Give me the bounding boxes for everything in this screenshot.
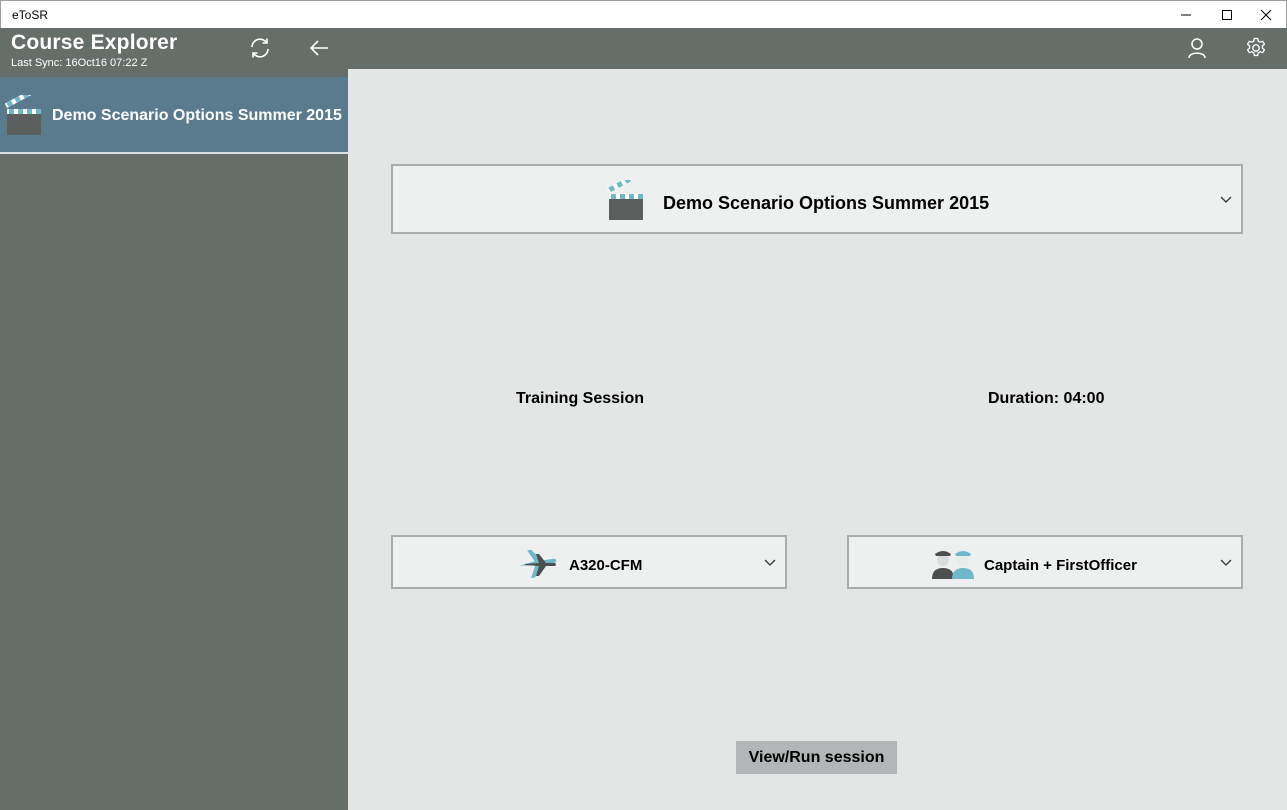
refresh-icon [251,38,269,58]
crew-select-content: Captain + FirstOfficer [930,545,1137,586]
scenario-select-value: Demo Scenario Options Summer 2015 [663,193,990,213]
aircraft-select-content: A320-CFM [517,545,642,586]
close-button[interactable] [1244,1,1287,29]
aircraft-select-value: A320-CFM [569,557,643,574]
airplane-icon [517,545,559,586]
sidebar-item-demo-scenario[interactable]: Demo Scenario Options Summer 2015 [0,77,348,154]
maximize-button[interactable] [1205,1,1249,29]
sync-button[interactable] [248,36,272,60]
app-header: Course Explorer Last Sync: 16Oct16 07:22… [0,28,1287,69]
view-run-session-button[interactable]: View/Run session [736,741,897,774]
scenario-select[interactable]: Demo Scenario Options Summer 2015 [391,164,1243,234]
crew-select[interactable]: Captain + FirstOfficer [847,535,1243,589]
app-title: Course Explorer [11,31,178,54]
training-session-label: Training Session [516,390,645,407]
chevron-down-icon [1219,192,1233,210]
chevron-down-icon [763,555,777,573]
window-titlebar: eToSR [0,0,1287,28]
clapperboard-icon [4,87,43,142]
last-sync-text: Last Sync: 16Oct16 07:22 Z [11,57,148,69]
sidebar: Demo Scenario Options Summer 2015 [0,69,348,810]
crew-select-value: Captain + FirstOfficer [984,557,1137,574]
duration-label: Duration: 04:00 [988,390,1105,407]
minimize-icon [1181,14,1191,16]
scenario-select-content: Demo Scenario Options Summer 2015 [606,172,990,227]
back-button[interactable] [307,36,331,60]
pilots-icon [930,545,976,586]
user-icon [1188,38,1206,59]
user-button[interactable] [1185,36,1209,60]
gear-icon [1246,37,1266,57]
maximize-icon [1222,10,1232,20]
aircraft-select[interactable]: A320-CFM [391,535,787,589]
main-panel: Demo Scenario Options Summer 2015 Traini… [348,69,1287,810]
minimize-button[interactable] [1164,1,1208,29]
close-icon [1260,9,1272,21]
back-arrow-icon [309,40,328,56]
window-title: eToSR [12,8,49,22]
clapperboard-icon [606,172,645,227]
sidebar-item-label: Demo Scenario Options Summer 2015 [52,107,342,124]
chevron-down-icon [1219,555,1233,573]
settings-button[interactable] [1244,36,1268,60]
